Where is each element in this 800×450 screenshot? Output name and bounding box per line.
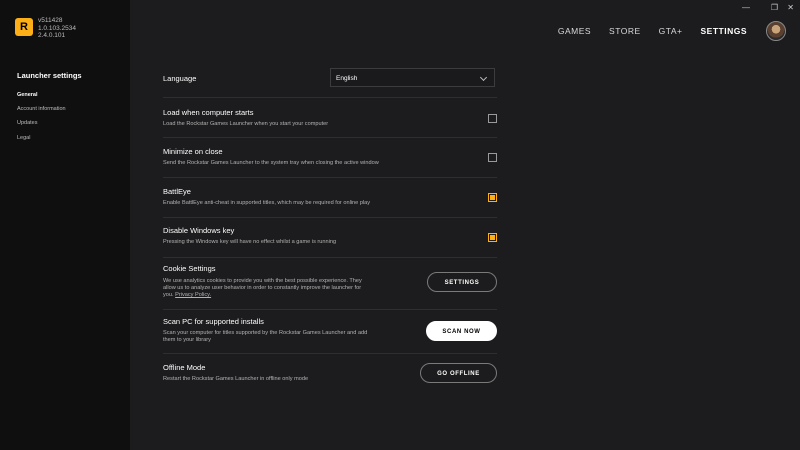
battleye-row: BattlEye Enable BattlEye anti-cheat in s…: [163, 178, 497, 218]
sidebar-item-updates[interactable]: Updates: [17, 120, 38, 126]
minimize-window-icon[interactable]: —: [742, 3, 750, 12]
top-nav: GAMES STORE GTA+ SETTINGS: [540, 26, 747, 36]
disable-winkey-title: Disable Windows key: [163, 226, 235, 235]
cookie-desc-line: you.: [163, 292, 174, 298]
scan-title: Scan PC for supported installs: [163, 317, 264, 326]
chevron-down-icon: [479, 73, 488, 82]
language-label: Language: [163, 74, 197, 83]
load-start-desc: Load the Rockstar Games Launcher when yo…: [163, 121, 329, 127]
scan-row: Scan PC for supported installs Scan your…: [163, 310, 497, 354]
cookie-settings-button[interactable]: SETTINGS: [427, 272, 497, 292]
restore-window-icon[interactable]: ❐: [771, 3, 778, 12]
cookie-title: Cookie Settings: [163, 264, 216, 273]
sidebar-item-legal[interactable]: Legal: [17, 135, 30, 141]
close-window-icon[interactable]: ✕: [787, 3, 794, 12]
minimize-close-checkbox[interactable]: [488, 153, 497, 162]
minimize-close-row: Minimize on close Send the Rockstar Game…: [163, 138, 497, 178]
minimize-close-desc: Send the Rockstar Games Launcher to the …: [163, 160, 379, 166]
minimize-close-title: Minimize on close: [163, 147, 223, 156]
disable-winkey-checkbox[interactable]: [488, 233, 497, 242]
scan-desc-line: Scan your computer for titles supported …: [163, 330, 368, 336]
language-value: English: [336, 75, 358, 82]
load-start-checkbox[interactable]: [488, 114, 497, 123]
scan-desc: Scan your computer for titles supported …: [163, 330, 408, 344]
user-avatar[interactable]: [766, 21, 786, 41]
offline-desc: Restart the Rockstar Games Launcher in o…: [163, 376, 309, 382]
load-start-title: Load when computer starts: [163, 108, 254, 117]
go-offline-button[interactable]: GO OFFLINE: [420, 363, 497, 383]
battleye-title: BattlEye: [163, 187, 191, 196]
sidebar-item-general[interactable]: General: [17, 92, 37, 98]
rockstar-logo[interactable]: R: [15, 18, 33, 36]
scan-desc-line: them to your library: [163, 337, 211, 343]
cookie-desc-line: allow us to analyze user behavior in ord…: [163, 285, 362, 291]
nav-settings[interactable]: SETTINGS: [700, 26, 747, 36]
sidebar: R v511428 1.0.103.2534 2.4.0.101 Launche…: [0, 0, 130, 450]
battleye-desc: Enable BattlEye anti-cheat in supported …: [163, 200, 371, 206]
nav-store[interactable]: STORE: [609, 26, 641, 36]
version-line: 1.0.103.2534: [38, 24, 76, 32]
cookie-desc: We use analytics cookies to provide you …: [163, 278, 408, 299]
cookie-desc-line: We use analytics cookies to provide you …: [163, 278, 362, 284]
version-info: v511428 1.0.103.2534 2.4.0.101: [38, 17, 76, 40]
sidebar-title: Launcher settings: [17, 71, 82, 80]
language-row: Language English: [163, 58, 497, 98]
offline-row: Offline Mode Restart the Rockstar Games …: [163, 354, 497, 393]
nav-games[interactable]: GAMES: [558, 26, 591, 36]
nav-gta-plus[interactable]: GTA+: [659, 26, 683, 36]
version-line: v511428: [38, 17, 63, 24]
cookie-row: Cookie Settings We use analytics cookies…: [163, 258, 497, 310]
scan-now-button[interactable]: SCAN NOW: [426, 321, 497, 341]
battleye-checkbox[interactable]: [488, 193, 497, 202]
load-start-row: Load when computer starts Load the Rocks…: [163, 98, 497, 138]
disable-winkey-row: Disable Windows key Pressing the Windows…: [163, 218, 497, 258]
version-line: 2.4.0.101: [38, 32, 66, 39]
offline-title: Offline Mode: [163, 363, 206, 372]
privacy-policy-link[interactable]: Privacy Policy.: [175, 292, 211, 298]
sidebar-item-account-information[interactable]: Account information: [17, 106, 66, 112]
disable-winkey-desc: Pressing the Windows key will have no ef…: [163, 239, 337, 245]
language-select[interactable]: English: [330, 68, 495, 87]
